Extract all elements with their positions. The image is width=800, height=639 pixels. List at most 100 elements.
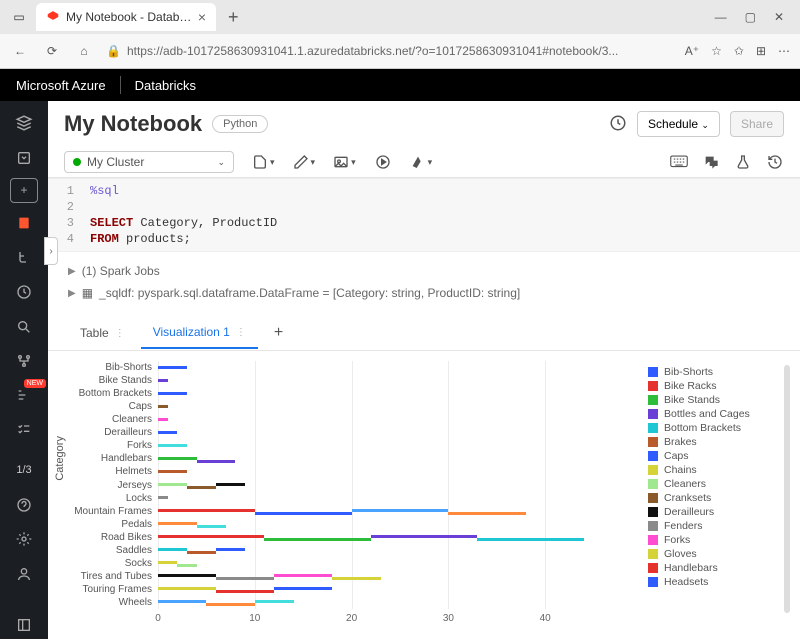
rail-new-button[interactable]: + <box>10 178 38 203</box>
rail-repos-icon[interactable] <box>6 243 42 271</box>
rail-collapse-icon[interactable] <box>6 610 42 638</box>
code-content[interactable]: %sql SELECT Category, ProductID FROM pro… <box>82 179 285 251</box>
legend-label: Forks <box>664 534 690 546</box>
legend-item[interactable]: Forks <box>648 533 778 547</box>
legend-swatch <box>648 535 658 545</box>
new-tab-button[interactable]: + <box>222 7 245 28</box>
cluster-name: My Cluster <box>87 155 211 169</box>
tab-menu-icon[interactable]: ⋮ <box>115 328 125 339</box>
expand-handle[interactable]: › <box>44 237 58 265</box>
bar-label: Wheels <box>64 597 158 608</box>
brand-databricks: Databricks <box>135 78 196 93</box>
legend-label: Cleaners <box>664 478 706 490</box>
legend-item[interactable]: Brakes <box>648 435 778 449</box>
rail-help-icon[interactable] <box>6 490 42 518</box>
x-axis: 010203040 <box>158 609 642 623</box>
refresh-button[interactable]: ⟳ <box>42 41 62 61</box>
bar-row: Wheels <box>158 597 642 607</box>
bar-row: Handlebars <box>158 454 642 464</box>
rail-search-icon[interactable] <box>6 312 42 340</box>
share-button[interactable]: Share <box>730 111 784 137</box>
table-icon: ▦ <box>82 286 93 300</box>
file-menu[interactable]: ▾ <box>252 154 275 170</box>
tab-table[interactable]: Table⋮ <box>68 318 137 348</box>
legend-item[interactable]: Gloves <box>648 547 778 561</box>
rail-recents-icon[interactable] <box>6 143 42 171</box>
legend-swatch <box>648 493 658 503</box>
favorite-icon[interactable]: ☆ <box>711 44 722 58</box>
bar-row: Road Bikes <box>158 532 642 542</box>
legend-item[interactable]: Handlebars <box>648 561 778 575</box>
rail-notebook-icon[interactable] <box>6 209 42 237</box>
comments-icon[interactable] <box>702 153 720 171</box>
lock-icon: 🔒 <box>106 44 121 58</box>
page-indicator: 1/3 <box>6 456 42 484</box>
language-pill[interactable]: Python <box>212 115 268 133</box>
maximize-button[interactable]: ▢ <box>745 10 756 24</box>
rail-compute-icon[interactable] <box>6 347 42 375</box>
spark-jobs-toggle[interactable]: ▶(1) Spark Jobs <box>68 260 780 282</box>
notebook-title[interactable]: My Notebook <box>64 111 202 137</box>
legend-swatch <box>648 465 658 475</box>
legend-item[interactable]: Headsets <box>648 575 778 589</box>
schedule-button[interactable]: Schedule ⌄ <box>637 111 720 137</box>
rail-settings-icon[interactable] <box>6 525 42 553</box>
legend-label: Chains <box>664 464 697 476</box>
bar-label: Helmets <box>64 466 158 477</box>
legend-item[interactable]: Derailleurs <box>648 505 778 519</box>
legend-item[interactable]: Bike Racks <box>648 379 778 393</box>
keyboard-icon[interactable] <box>670 153 688 171</box>
legend-item[interactable]: Bottles and Cages <box>648 407 778 421</box>
home-button[interactable]: ⌂ <box>74 41 94 61</box>
legend-item[interactable]: Bike Stands <box>648 393 778 407</box>
rail-user-icon[interactable] <box>6 559 42 587</box>
back-button[interactable]: ← <box>10 41 30 61</box>
favorites-bar-icon[interactable]: ✩ <box>734 44 744 58</box>
rail-checklist-icon[interactable] <box>6 416 42 444</box>
legend-item[interactable]: Bottom Brackets <box>648 421 778 435</box>
code-cell[interactable]: 1234 %sql SELECT Category, ProductID FRO… <box>48 178 800 252</box>
bar-row: Locks <box>158 493 642 503</box>
legend-swatch <box>648 521 658 531</box>
sqldf-toggle[interactable]: ▶▦_sqldf: pyspark.sql.dataframe.DataFram… <box>68 282 780 304</box>
tab-visualization[interactable]: Visualization 1⋮ <box>141 317 258 349</box>
tab-menu-icon[interactable]: ⋮ <box>236 327 246 338</box>
bar-row: Mountain Frames <box>158 506 642 516</box>
legend-item[interactable]: Caps <box>648 449 778 463</box>
url-text: https://adb-1017258630931041.1.azuredata… <box>127 44 618 58</box>
bar-row: Derailleurs <box>158 428 642 438</box>
last-run-icon[interactable] <box>609 114 627 135</box>
reader-icon[interactable]: A⁺ <box>685 44 699 58</box>
legend-label: Bottom Brackets <box>664 422 741 434</box>
edit-menu[interactable]: ▾ <box>293 154 316 170</box>
legend-item[interactable]: Bib-Shorts <box>648 365 778 379</box>
collections-icon[interactable]: ⊞ <box>756 44 766 58</box>
experiments-icon[interactable] <box>734 153 752 171</box>
more-icon[interactable]: ⋯ <box>778 44 790 58</box>
history-icon[interactable] <box>766 153 784 171</box>
rail-jobs-icon[interactable]: NEW <box>6 381 42 409</box>
rail-clock-icon[interactable] <box>6 278 42 306</box>
close-tab-icon[interactable]: × <box>198 9 206 25</box>
bar-label: Handlebars <box>64 453 158 464</box>
legend-item[interactable]: Cranksets <box>648 491 778 505</box>
browser-tab[interactable]: My Notebook - Databricks × <box>36 3 216 31</box>
bar-label: Pedals <box>64 519 158 530</box>
minimize-button[interactable]: — <box>715 10 727 24</box>
view-menu[interactable]: ▾ <box>333 154 356 170</box>
clear-menu[interactable]: ▾ <box>410 154 433 170</box>
bar-row: Bib-Shorts <box>158 363 642 373</box>
legend-item[interactable]: Cleaners <box>648 477 778 491</box>
legend-item[interactable]: Chains <box>648 463 778 477</box>
legend-item[interactable]: Fenders <box>648 519 778 533</box>
bar-row: Jerseys <box>158 480 642 490</box>
add-tab-button[interactable]: + <box>262 316 295 350</box>
tab-overview-button[interactable]: ▭ <box>8 6 30 28</box>
bar-label: Touring Frames <box>64 584 158 595</box>
chart-scrollbar[interactable] <box>784 365 790 613</box>
run-all-button[interactable] <box>374 153 392 171</box>
close-window-button[interactable]: ✕ <box>774 10 784 24</box>
bar-label: Bike Stands <box>64 375 158 386</box>
rail-workspace-icon[interactable] <box>6 109 42 137</box>
cluster-selector[interactable]: My Cluster ⌄ <box>64 151 234 173</box>
